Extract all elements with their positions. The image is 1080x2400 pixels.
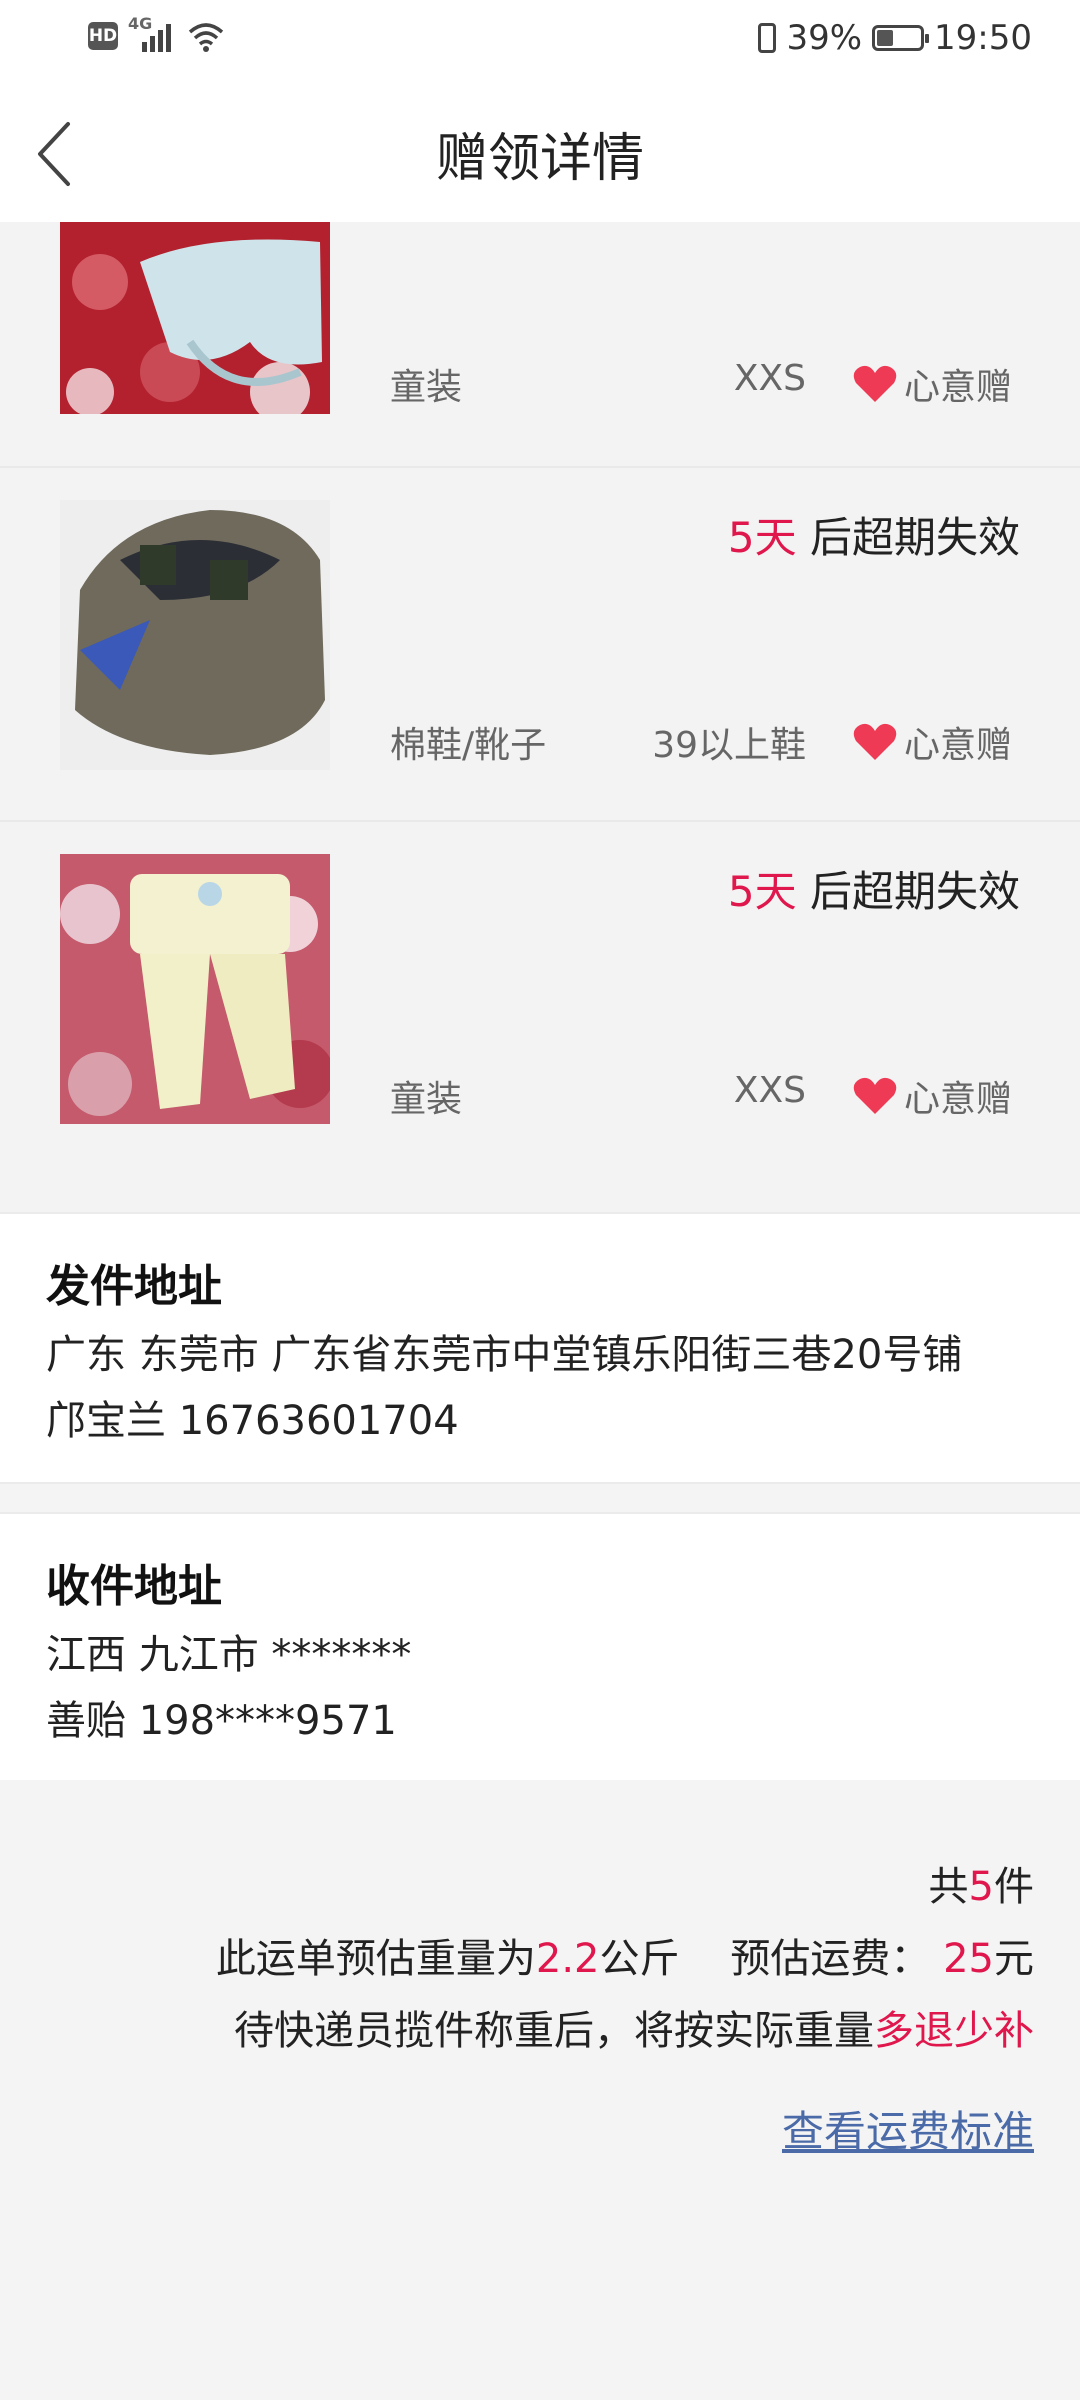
item-category: 棉鞋/靴子 [390, 725, 547, 766]
receiver-address-heading: 收件地址 [46, 1561, 222, 1612]
gift-tag: 心意赠 [852, 716, 1012, 768]
shipping-summary: 共5件 此运单预估重量为2.2公斤 预估运费： 25元 待快递员揽件称重后，将按… [0, 1780, 1080, 2400]
list-item[interactable]: 童装 XXS 心意赠 [0, 222, 1080, 466]
weight-label: 此运单预估重量为 [215, 1936, 536, 1982]
gift-tag-label: 心意赠 [904, 367, 1013, 408]
gift-tag: 心意赠 [852, 358, 1012, 410]
item-count-prefix: 共 [928, 1864, 969, 1910]
item-category: 童装 [390, 1079, 463, 1120]
battery-percent: 39% [786, 18, 863, 58]
receiver-address-line: 江西 九江市 ******* [46, 1632, 412, 1678]
item-photo[interactable] [60, 222, 330, 414]
cell-signal-icon: 4G [128, 14, 176, 52]
status-left: HD 4G [88, 14, 226, 52]
expire-days: 5天 [727, 513, 797, 562]
weight-note-highlight: 多退少补 [874, 2008, 1034, 2054]
battery-fill [877, 30, 894, 46]
sender-address-heading: 发件地址 [46, 1261, 222, 1312]
gift-tag-label: 心意赠 [904, 1079, 1013, 1120]
sender-address-line: 广东 东莞市 广东省东莞市中堂镇乐阳街三巷20号铺 [46, 1332, 963, 1378]
expire-text: 后超期失效 [796, 867, 1020, 916]
item-size: 39以上鞋 [652, 725, 806, 766]
vibrate-icon [758, 23, 777, 53]
heart-icon [853, 365, 897, 402]
item-count-suffix: 件 [994, 1864, 1034, 1910]
battery-icon [872, 25, 930, 51]
weight-note: 待快递员揽件称重后，将按实际重量多退少补 [234, 1998, 1034, 2056]
item-count-value: 5 [968, 1864, 994, 1910]
list-item[interactable]: 5天 后超期失效 棉鞋/靴子 39以上鞋 心意赠 [0, 466, 1080, 822]
nav-bar: 赠领详情 [0, 80, 1080, 222]
fee-value: 25 [943, 1936, 994, 1982]
list-item[interactable]: 5天 后超期失效 童装 XXS 心意赠 [0, 820, 1080, 1214]
fee-label: 预估运费： [730, 1936, 931, 1982]
heart-icon [853, 1077, 897, 1114]
heart-icon [853, 723, 897, 760]
shipping-fee-standard-link[interactable]: 查看运费标准 [782, 2098, 1034, 2159]
weight-fee-line: 此运单预估重量为2.2公斤 预估运费： 25元 [216, 1926, 1034, 1984]
weight-value: 2.2 [535, 1936, 600, 1982]
item-photo[interactable] [60, 854, 330, 1124]
weight-unit: 公斤 [599, 1936, 680, 1982]
network-type: 4G [128, 14, 153, 33]
wifi-icon [188, 23, 224, 52]
item-count: 共5件 [929, 1854, 1034, 1912]
clock: 19:50 [934, 18, 1032, 58]
status-bar: HD 4G 39% 19:50 [0, 0, 1080, 80]
expire-notice: 5天 后超期失效 [728, 504, 1020, 565]
gift-tag-label: 心意赠 [904, 725, 1013, 766]
receiver-contact: 善贻 198****9571 [46, 1698, 397, 1744]
weight-note-text: 待快递员揽件称重后，将按实际重量 [234, 2008, 874, 2054]
page-title: 赠领详情 [435, 129, 644, 189]
expire-notice: 5天 后超期失效 [728, 858, 1020, 919]
item-photo[interactable] [60, 500, 330, 770]
expire-days: 5天 [727, 867, 797, 916]
fee-unit: 元 [994, 1936, 1034, 1982]
receiver-address-card: 收件地址 江西 九江市 ******* 善贻 198****9571 [0, 1512, 1080, 1784]
item-size: XXS [733, 1070, 806, 1111]
sender-address-card: 发件地址 广东 东莞市 广东省东莞市中堂镇乐阳街三巷20号铺 邝宝兰 16763… [0, 1212, 1080, 1484]
gift-tag: 心意赠 [852, 1070, 1012, 1122]
hd-icon: HD [88, 22, 118, 50]
status-right: 39% 19:50 [758, 18, 1032, 58]
item-size: XXS [733, 358, 806, 399]
sender-contact: 邝宝兰 16763601704 [46, 1398, 459, 1444]
expire-text: 后超期失效 [796, 513, 1020, 562]
item-category: 童装 [390, 367, 463, 408]
